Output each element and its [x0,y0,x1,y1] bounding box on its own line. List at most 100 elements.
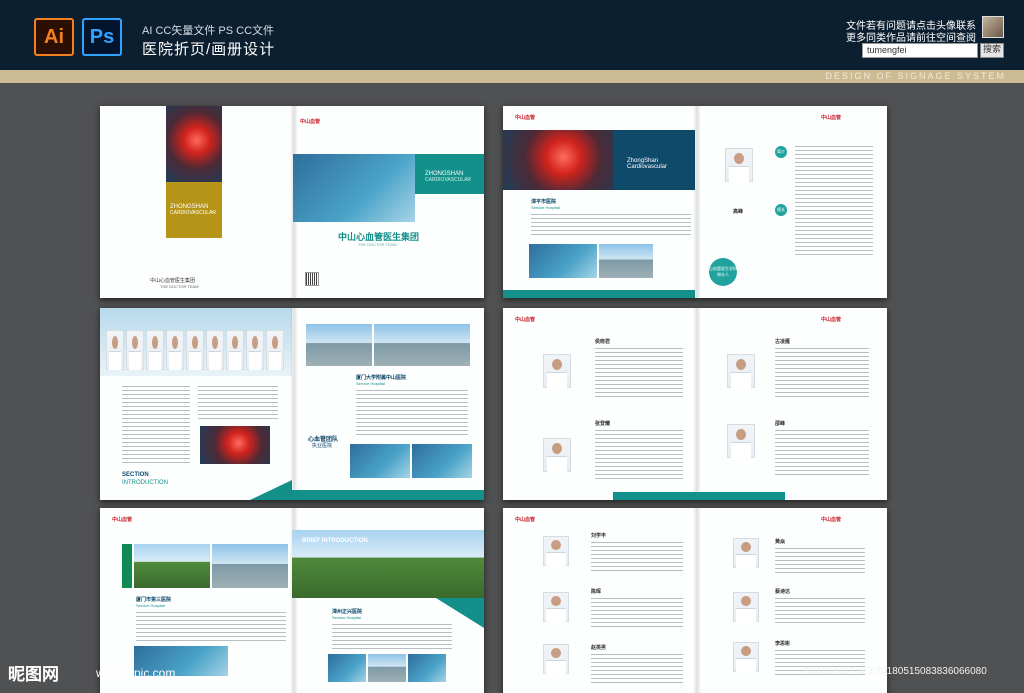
cover-en2: CARDIOVASCULAR [170,210,217,216]
spine-shadow [693,106,701,298]
doctor-name-2: 黄焱 [775,539,786,545]
badge-intro: 简介 [775,146,787,158]
brochure-spread-4: 中山血管 侯晓君 张登耀 中山血管 古凌雁 邵峰 [503,308,887,500]
body-text [531,214,691,238]
team-photo [529,244,597,278]
doctor-name-6: 李思彬 [775,641,791,647]
accent-bar [122,544,132,588]
banner-en2: CARDIOVASCULAR [425,177,472,183]
doctor-photo-2 [543,438,571,472]
cover-block: ZHONGSHAN CARDIOVASCULAR [166,182,222,238]
logo: 中山血管 [515,517,536,523]
doctor-photo-4 [733,538,759,568]
section-title: SECTION [122,472,149,478]
doctor-bio-4 [775,598,865,626]
doctor-photo-6 [733,642,759,672]
doctor-name-3: 陈晖 [591,589,602,595]
logo: 中山血管 [515,115,536,121]
doctor-name-2: 古凌雁 [775,339,791,345]
doctor-photo [725,148,753,182]
leader-badge: 心血管医生学科带头人 [709,258,737,286]
banner-en1: ZHONGSHAN [425,171,464,177]
gold-band: DESIGN OF SIGNAGE SYSTEM [0,70,1024,83]
site-logo: 昵图网 [8,665,59,685]
file-formats: AI CC矢量文件 PS CC文件 [142,25,275,37]
brochure-spread-2: 中山血管 ZhongShan Cardiovascular 漳平市医院 Serv… [503,106,887,298]
search-input[interactable]: tumengfei [862,43,978,58]
doctor-bio-1 [595,348,683,398]
heart-image [166,106,222,182]
room-photo-1 [328,654,366,682]
search-button[interactable]: 搜索 [980,43,1004,58]
logo: 中山血管 [821,317,842,323]
hospital-name: 厦门大学附属中山医院 [356,375,407,381]
doctor-photo-3 [543,644,569,674]
hospital-text [356,390,468,438]
banner-en2: Cardiovascular [627,164,668,170]
qr-code [305,272,319,286]
room-photo-2 [368,654,406,682]
room-photo-1 [350,444,410,478]
badge-skill: 擅长 [775,204,787,216]
brief-title: BRIEF INTRODUCTION [302,538,368,544]
hospital-name: 漳平市医院 [531,199,557,205]
doctor-name: 高峰 [733,209,744,215]
footer-bar [613,492,695,500]
spine-shadow [693,308,701,500]
brochure-spread-1: ZHONGSHAN CARDIOVASCULAR 中山心血管医生集团 THE D… [100,106,484,298]
heart-image [503,130,613,190]
logo: 中山血管 [821,517,842,523]
corner-shape [250,480,292,500]
photoshop-icon: Ps [82,18,122,56]
hospital2-name: 漳州正兴医院 [332,609,363,615]
doctor-name-5: 赵英男 [591,645,607,651]
hospital-en: Service Hospital [136,603,165,608]
image-id: ID:1019117 NO:20180515083836066080 [804,666,987,677]
main-subtitle: THE DOCTOR TEAM [358,242,397,247]
section-subtitle: INTRODUCTION [122,480,168,486]
room-photo-3 [408,654,446,682]
hospital-text [136,612,286,642]
hospital-photo [374,324,470,366]
cover-title: 中山心血管医生集团 [150,278,196,284]
team-sublabel: 执业医院 [312,443,333,449]
doctor-name-4: 蔡诗达 [775,589,791,595]
logo: 中山血管 [300,119,321,125]
doctor-photo-2 [543,592,569,622]
campus-photo-2 [212,544,288,588]
site-url[interactable]: www.nipic.com [96,666,175,680]
spine-shadow [290,308,298,500]
doctor-bio-1 [591,542,683,572]
doctor-bio-3 [595,430,683,480]
room-photo-2 [412,444,472,478]
title-banner: ZhongShan Cardiovascular [613,130,695,190]
doctor-photo-1 [543,354,571,388]
author-avatar[interactable] [982,16,1004,38]
intro-text-2 [198,386,278,422]
hospital-en: Service Hospital [531,205,560,210]
illustrator-icon: Ai [34,18,74,56]
band-caption: DESIGN OF SIGNAGE SYSTEM [825,71,1006,81]
doctor-bio-3 [591,598,683,628]
brochure-spread-3: SECTION INTRODUCTION 厦门大学附属中山医院 Service … [100,308,484,500]
hospital-photo [599,244,653,278]
doctor-bio-5 [591,654,683,684]
logo: 中山血管 [821,115,842,121]
doctor-photo-5 [733,592,759,622]
doctor-bio-4 [775,430,869,476]
page-header: Ai Ps AI CC矢量文件 PS CC文件 医院折页/画册设计 文件若有问题… [0,0,1024,72]
heart-image [200,426,270,464]
logo: 中山血管 [515,317,536,323]
doctor-bio-2 [775,348,869,398]
hospital2-text [332,624,452,650]
doctor-photo-4 [727,424,755,458]
campus-photo-1 [134,544,210,588]
doctor-name-3: 张登耀 [595,421,611,427]
doctor-name-1: 侯晓君 [595,339,611,345]
doctor-name-4: 邵峰 [775,421,786,427]
cover-subtitle: THE DOCTOR TEAM [160,284,199,289]
logo: 中山血管 [112,517,133,523]
title-banner: ZHONGSHAN CARDIOVASCULAR [415,154,484,194]
ward-photo [306,324,372,366]
doctor-bio-2 [775,548,865,576]
